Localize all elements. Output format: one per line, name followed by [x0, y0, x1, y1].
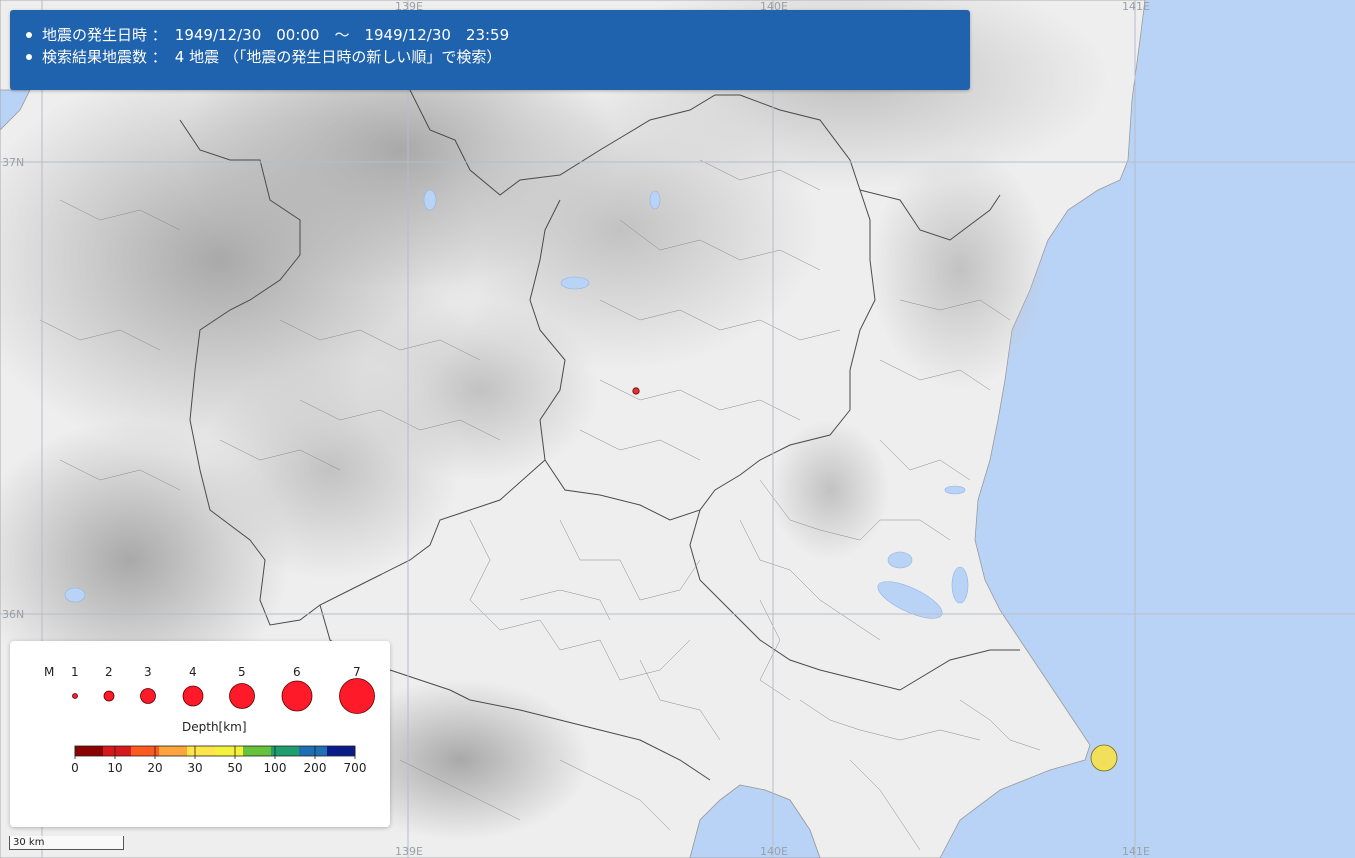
- depth-tick-label-100: 100: [264, 761, 287, 775]
- depth-tick-label-50: 50: [227, 761, 242, 775]
- magnitude-circle-3: [140, 688, 156, 704]
- lat-label-37n: 37N: [2, 156, 24, 169]
- depth-color-segment: [215, 746, 244, 756]
- lat-label-36n: 36N: [2, 608, 24, 621]
- date-range-label: 地震の発生日時 ：: [42, 26, 167, 44]
- date-range-value: 1949/12/30 00:00 ～ 1949/12/30 23:59: [174, 26, 510, 44]
- magnitude-circle-5: [229, 683, 255, 709]
- magnitude-label-7: 7: [353, 665, 361, 679]
- depth-color-segment: [187, 746, 216, 756]
- earthquake-marker[interactable]: [632, 387, 640, 395]
- lon-label-bottom-141: 141E: [1122, 845, 1150, 858]
- lon-label-top-141: 141E: [1122, 0, 1150, 13]
- scale-bar-label: 30 km: [13, 837, 45, 848]
- depth-color-segment: [243, 746, 272, 756]
- depth-tick-label-0: 0: [71, 761, 79, 775]
- magnitude-circle-2: [103, 690, 115, 702]
- search-info-panel: 地震の発生日時 ： 1949/12/30 00:00 ～ 1949/12/30 2…: [10, 10, 970, 90]
- scale-bar: 30 km: [9, 836, 124, 850]
- bullet-icon: [26, 54, 32, 60]
- legend-panel: M 1 2 3 4 5 6 7 Depth[km] 0 10 20 30 50 100 200 700: [10, 641, 390, 827]
- earthquake-marker[interactable]: [1090, 744, 1118, 772]
- magnitude-label-1: 1: [71, 665, 79, 679]
- depth-tick-label-200: 200: [304, 761, 327, 775]
- magnitude-circle-7: [339, 678, 375, 714]
- magnitude-axis-label: M: [44, 665, 54, 679]
- lon-label-bottom-140: 140E: [760, 845, 788, 858]
- magnitude-circle-6: [281, 680, 313, 712]
- magnitude-circle-1: [72, 693, 78, 699]
- result-count-label: 検索結果地震数 ：: [42, 48, 167, 66]
- depth-color-segment: [327, 746, 356, 756]
- depth-tick-label-700: 700: [344, 761, 367, 775]
- depth-tick-label-10: 10: [107, 761, 122, 775]
- bullet-icon: [26, 32, 32, 38]
- magnitude-label-2: 2: [105, 665, 113, 679]
- magnitude-label-3: 3: [144, 665, 152, 679]
- date-range-line: 地震の発生日時 ： 1949/12/30 00:00 ～ 1949/12/30 2…: [24, 24, 956, 46]
- lon-label-bottom-139: 139E: [395, 845, 423, 858]
- magnitude-label-5: 5: [238, 665, 246, 679]
- depth-axis-label: Depth[km]: [182, 720, 247, 734]
- depth-color-segment: [103, 746, 132, 756]
- magnitude-circle-4: [182, 685, 204, 707]
- depth-tick-label-20: 20: [147, 761, 162, 775]
- depth-color-segment: [159, 746, 188, 756]
- result-count-line: 検索結果地震数 ： 4 地震 （「地震の発生日時の新しい順」で検索）: [24, 46, 956, 68]
- magnitude-label-6: 6: [293, 665, 301, 679]
- depth-color-segment: [299, 746, 328, 756]
- depth-color-segment: [75, 746, 104, 756]
- depth-tick-label-30: 30: [187, 761, 202, 775]
- result-count-value: 4 地震 （「地震の発生日時の新しい順」で検索）: [174, 48, 502, 66]
- magnitude-label-4: 4: [189, 665, 197, 679]
